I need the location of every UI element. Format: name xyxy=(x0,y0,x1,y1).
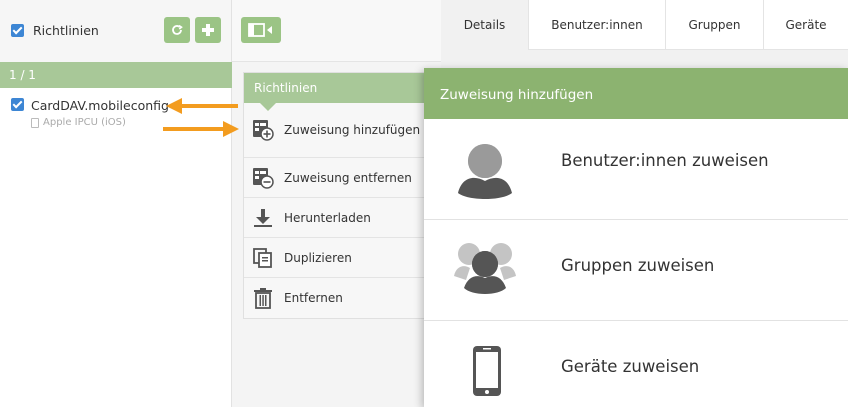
assign-devices-option[interactable]: Geräte zuweisen xyxy=(424,321,848,407)
menu-item-remove[interactable]: Entfernen xyxy=(244,278,427,318)
refresh-icon xyxy=(172,24,183,35)
pagination-bar: 1 / 1 xyxy=(0,62,232,88)
item-checkbox[interactable] xyxy=(11,98,24,111)
tab-details[interactable]: Details xyxy=(441,0,529,50)
policy-actions-menu: Richtlinien Zuweisung hinzufügen Zuweisu… xyxy=(243,72,428,319)
menu-item-label: Zuweisung entfernen xyxy=(284,170,412,185)
assign-remove-icon xyxy=(253,167,274,189)
menu-item-label: Entfernen xyxy=(284,291,343,305)
assign-groups-option[interactable]: Gruppen zuweisen xyxy=(424,220,848,321)
select-all-checkbox[interactable] xyxy=(11,24,24,37)
menu-item-assign-remove[interactable]: Zuweisung entfernen xyxy=(244,158,427,198)
tab-groups[interactable]: Gruppen xyxy=(666,0,764,50)
smartphone-icon xyxy=(473,346,501,396)
menu-title: Richtlinien xyxy=(244,73,427,111)
menu-item-label: Zuweisung hinzufügen xyxy=(284,123,421,137)
assign-panel: Zuweisung hinzufügen Benutzer:innen zuwe… xyxy=(424,68,848,407)
add-policy-button[interactable] xyxy=(195,17,221,43)
menu-item-download[interactable]: Herunterladen xyxy=(244,198,427,238)
trash-icon xyxy=(254,288,272,309)
refresh-button[interactable] xyxy=(164,17,190,43)
policy-list-title: Richtlinien xyxy=(33,23,99,38)
annotation-arrow-action xyxy=(163,121,239,137)
assign-users-option[interactable]: Benutzer:innen zuweisen xyxy=(424,119,848,220)
assign-add-icon xyxy=(253,120,274,141)
menu-item-assign-add[interactable]: Zuweisung hinzufügen xyxy=(244,103,427,158)
sidebar-collapse-icon xyxy=(248,23,272,37)
option-label: Benutzer:innen zuweisen xyxy=(561,151,769,170)
menu-item-label: Duplizieren xyxy=(284,250,352,265)
option-label: Geräte zuweisen xyxy=(561,357,700,376)
option-label: Gruppen zuweisen xyxy=(561,256,715,275)
annotation-arrow-item xyxy=(166,98,238,114)
detail-tabs: Details Benutzer:innen Gruppen Geräte xyxy=(441,0,848,50)
panel-title: Zuweisung hinzufügen xyxy=(424,68,848,119)
group-icon xyxy=(454,243,516,294)
download-icon xyxy=(254,208,272,227)
policy-list-header: Richtlinien xyxy=(0,0,231,62)
list-item-name[interactable]: CardDAV.mobileconfig xyxy=(31,98,169,113)
list-item-subtitle: Apple IPCU (iOS) xyxy=(43,117,126,128)
tab-users[interactable]: Benutzer:innen xyxy=(529,0,666,50)
user-icon xyxy=(458,144,512,199)
menu-item-duplicate[interactable]: Duplizieren xyxy=(244,238,427,278)
toggle-sidebar-button[interactable] xyxy=(241,17,281,43)
actions-header xyxy=(232,0,441,62)
file-icon xyxy=(31,118,39,128)
policy-list-panel: Richtlinien 1 / 1 CardDAV.mobileconfig A… xyxy=(0,0,232,407)
menu-item-label: Herunterladen xyxy=(284,210,371,225)
duplicate-icon xyxy=(253,247,272,268)
plus-icon xyxy=(202,24,214,36)
tab-devices[interactable]: Geräte xyxy=(764,0,848,50)
